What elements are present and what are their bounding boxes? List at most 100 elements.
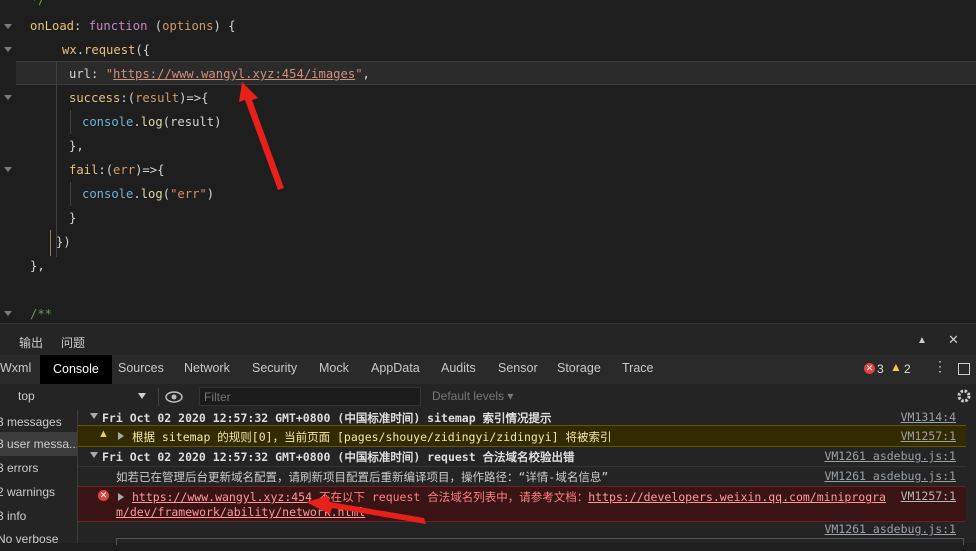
sidebar-item-label: No verbose <box>0 532 59 546</box>
warning-text: 根据 sitemap 的规则[0]，当前页面 [pages/shouye/zid… <box>132 430 612 444</box>
code-line[interactable]: }, <box>30 254 45 278</box>
sidebar-item-info[interactable]: 3 info <box>0 504 77 528</box>
tab-problems[interactable]: 问题 <box>61 334 85 351</box>
code-token: ( <box>147 19 163 33</box>
tab-appdata[interactable]: AppData <box>371 361 420 375</box>
fold-icon[interactable] <box>4 167 12 172</box>
code-token: }, <box>30 259 45 273</box>
eye-icon[interactable] <box>165 390 183 404</box>
source-link[interactable]: VM1261 asdebug.js:1 <box>824 469 956 483</box>
fold-icon[interactable] <box>4 47 12 52</box>
tab-wxml[interactable]: Wxml <box>0 361 31 375</box>
code-line[interactable]: console.log(result) <box>82 110 221 134</box>
code-line[interactable]: }) <box>56 230 71 254</box>
bracket-guide <box>50 230 51 256</box>
code-line[interactable]: } <box>69 206 76 230</box>
sidebar-item-label: 3 info <box>0 509 27 523</box>
code-token: ({ <box>135 43 151 57</box>
indent-guide <box>70 110 71 134</box>
expand-icon[interactable] <box>90 413 98 419</box>
tab-sources[interactable]: Sources <box>118 361 164 375</box>
group-title: Fri Oct 02 2020 12:57:32 GMT+0800 (中国标准时… <box>102 450 575 464</box>
sidebar-item-label: 3 messages <box>0 415 62 429</box>
code-token: success <box>69 91 121 105</box>
code-token: }) <box>56 235 71 249</box>
code-line[interactable]: url: "https://www.wangyl.xyz:454/images"… <box>69 62 370 86</box>
code-line[interactable]: }, <box>69 134 84 158</box>
fold-icon[interactable] <box>4 311 12 316</box>
console-log-row[interactable]: VM1261 asdebug.js:1 <box>78 522 966 545</box>
warning-count[interactable]: 2 <box>904 362 911 376</box>
source-link[interactable]: VM1257:1 <box>901 489 956 503</box>
code-token: err <box>113 163 136 177</box>
error-count[interactable]: 3 <box>877 362 884 376</box>
doc-link[interactable]: https://developers.weixin.qq.com/minipro… <box>588 490 886 504</box>
tab-console[interactable]: Console <box>40 355 112 384</box>
console-group-header[interactable]: Fri Oct 02 2020 12:57:32 GMT+0800 (中国标准时… <box>78 410 966 426</box>
fold-icon[interactable] <box>4 24 12 29</box>
object-preview[interactable] <box>116 538 964 545</box>
sidebar-item-messages[interactable]: 3 messages <box>0 410 77 434</box>
console-log-row[interactable]: 如若已在管理后台更新域名配置，请刷新项目配置后重新编译项目，操作路径：“详情-域… <box>78 466 966 487</box>
code-token: wx <box>62 43 77 57</box>
error-icon: ✕ <box>98 490 109 501</box>
devtools-header: 输出 问题 ▲ ✕ <box>0 323 976 356</box>
code-token: /** <box>30 307 53 321</box>
source-link[interactable]: VM1261 asdebug.js:1 <box>824 449 956 463</box>
tab-network[interactable]: Network <box>184 361 230 375</box>
code-line[interactable]: onLoad: function (options) { <box>30 14 236 38</box>
expand-icon[interactable] <box>118 493 124 501</box>
tab-output[interactable]: 输出 <box>19 334 43 351</box>
code-token: url <box>69 67 92 81</box>
source-link[interactable]: VM1257:1 <box>901 429 956 443</box>
sidebar-item-warnings[interactable]: 2 warnings <box>0 480 77 504</box>
console-messages: Fri Oct 02 2020 12:57:32 GMT+0800 (中国标准时… <box>78 410 976 545</box>
console-warning-row[interactable]: ▲ 根据 sitemap 的规则[0]，当前页面 [pages/shouye/z… <box>78 425 966 447</box>
code-editor[interactable]: */ onLoad: function (options) {wx.request… <box>0 0 976 323</box>
tab-sensor[interactable]: Sensor <box>498 361 538 375</box>
tab-storage[interactable]: Storage <box>557 361 601 375</box>
divider <box>158 388 159 406</box>
code-line[interactable]: console.log("err") <box>82 182 214 206</box>
group-title: Fri Oct 02 2020 12:57:32 GMT+0800 (中国标准时… <box>102 411 552 425</box>
console-group-header[interactable]: Fri Oct 02 2020 12:57:32 GMT+0800 (中国标准时… <box>78 447 966 465</box>
gear-icon[interactable] <box>956 388 972 404</box>
code-token: log <box>140 115 163 129</box>
code-line[interactable]: success:(result)=>{ <box>69 86 208 110</box>
tab-mock[interactable]: Mock <box>319 361 349 375</box>
fold-icon[interactable] <box>4 95 12 100</box>
sidebar-item-verbose[interactable]: No verbose <box>0 527 77 551</box>
code-token: onLoad <box>30 19 75 33</box>
sidebar-item-errors[interactable]: 3 errors <box>0 456 77 480</box>
code-token: (result) <box>162 115 222 129</box>
code-token: :( <box>98 163 114 177</box>
error-url-link[interactable]: https://www.wangyl.xyz:454 <box>132 490 312 504</box>
tab-security[interactable]: Security <box>252 361 297 375</box>
code-line[interactable]: /** <box>30 302 52 323</box>
code-token: )=>{ <box>135 163 165 177</box>
context-select[interactable]: top <box>18 389 35 403</box>
panel-tabbar: Wxml Console Sources Network Security Mo… <box>0 355 976 385</box>
filter-input[interactable] <box>199 387 421 406</box>
source-link[interactable]: VM1314:4 <box>901 410 956 424</box>
collapse-icon[interactable]: ▲ <box>917 335 927 346</box>
code-line[interactable]: */ <box>16 0 46 12</box>
close-icon[interactable]: ✕ <box>948 332 959 348</box>
chevron-down-icon[interactable] <box>138 393 146 399</box>
expand-icon[interactable] <box>118 432 124 440</box>
indent-guide <box>70 182 71 206</box>
expand-icon[interactable] <box>90 452 98 458</box>
source-link[interactable]: VM1261 asdebug.js:1 <box>824 522 956 536</box>
code-token: . <box>133 187 141 201</box>
levels-select[interactable]: Default levels ▾ <box>432 389 513 403</box>
sidebar-item-user-messages[interactable]: 3 user messa... <box>0 432 77 456</box>
console-filterbar: top Default levels ▾ <box>0 384 976 411</box>
code-line[interactable]: wx.request({ <box>62 38 150 62</box>
code-token: ) { <box>213 19 236 33</box>
dock-icon[interactable] <box>958 363 970 375</box>
tab-trace[interactable]: Trace <box>622 361 654 375</box>
tab-audits[interactable]: Audits <box>441 361 476 375</box>
code-line[interactable]: fail:(err)=>{ <box>69 158 164 182</box>
console-error-row[interactable]: ✕ https://www.wangyl.xyz:454 不在以下 reques… <box>78 486 966 522</box>
more-icon[interactable]: ⋮ <box>933 358 947 375</box>
